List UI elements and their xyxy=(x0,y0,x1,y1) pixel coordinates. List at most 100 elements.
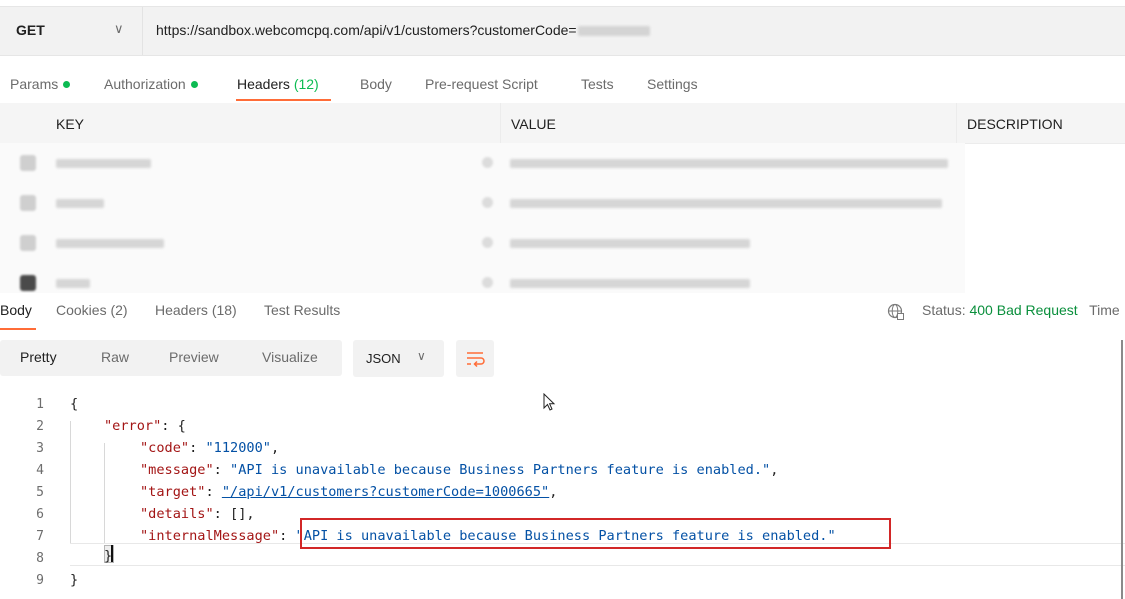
info-icon xyxy=(482,157,493,168)
tab-authorization[interactable]: Authorization xyxy=(104,76,198,92)
annotation-highlight-box xyxy=(300,518,891,549)
code-line[interactable]: "target": "/api/v1/customers?customerCod… xyxy=(140,484,557,500)
table-row[interactable] xyxy=(0,183,965,224)
json-key: "error" xyxy=(104,418,162,434)
line-number: 7 xyxy=(36,529,44,544)
redacted-value xyxy=(510,239,750,248)
redacted-value xyxy=(510,199,942,208)
table-row[interactable] xyxy=(0,223,965,264)
table-row[interactable] xyxy=(0,263,965,294)
line-number: 5 xyxy=(36,485,44,500)
tab-pre-request-script[interactable]: Pre-request Script xyxy=(425,76,538,92)
line-number: 4 xyxy=(36,463,44,478)
response-tab-body[interactable]: Body xyxy=(0,302,32,318)
json-brace: { xyxy=(70,396,79,412)
text-cursor xyxy=(111,545,113,562)
info-icon xyxy=(482,237,493,248)
line-number: 9 xyxy=(36,573,44,588)
status-value: 400 Bad Request xyxy=(969,302,1078,318)
tab-body[interactable]: Body xyxy=(360,76,392,92)
json-key: "code" xyxy=(140,440,190,456)
json-link[interactable]: "/api/v1/customers?customerCode=1000665" xyxy=(222,484,549,500)
response-tab-headers[interactable]: Headers (18) xyxy=(155,302,237,318)
json-array: [] xyxy=(230,506,247,522)
tab-headers[interactable]: Headers (12) xyxy=(237,76,319,92)
line-number: 8 xyxy=(36,551,44,566)
json-brace: { xyxy=(177,418,186,434)
code-line[interactable]: "code": "112000", xyxy=(140,440,279,456)
table-row[interactable] xyxy=(0,143,965,184)
tab-settings[interactable]: Settings xyxy=(647,76,698,92)
chevron-down-icon: ∨ xyxy=(114,21,124,36)
format-label: JSON xyxy=(366,351,401,366)
view-preview-button[interactable]: Preview xyxy=(169,349,219,365)
line-number: 3 xyxy=(36,441,44,456)
row-checkbox[interactable] xyxy=(20,275,36,291)
method-label: GET xyxy=(16,22,45,38)
url-bar: GET ∨ https://sandbox.webcomcpq.com/api/… xyxy=(0,6,1125,56)
tab-label: Cookies xyxy=(56,302,107,318)
code-line[interactable]: } xyxy=(70,572,78,588)
status-dot xyxy=(63,80,71,88)
status-dot xyxy=(190,80,198,88)
tab-label: Headers xyxy=(237,76,290,92)
row-checkbox[interactable] xyxy=(20,235,36,251)
response-status: Status: 400 Bad Request Time xyxy=(922,302,1120,318)
redacted-value xyxy=(510,159,948,168)
view-visualize-button[interactable]: Visualize xyxy=(262,349,318,365)
chevron-down-icon: ∨ xyxy=(417,349,426,363)
json-string: "API is unavailable because Business Par… xyxy=(230,462,771,478)
row-checkbox[interactable] xyxy=(20,195,36,211)
json-string: "112000" xyxy=(205,440,271,456)
redacted-key xyxy=(56,159,151,168)
column-key: KEY xyxy=(56,116,85,132)
redacted-key xyxy=(56,199,104,208)
tab-tests[interactable]: Tests xyxy=(581,76,614,92)
column-value: VALUE xyxy=(511,116,556,132)
line-number: 2 xyxy=(36,419,44,434)
url-input[interactable]: https://sandbox.webcomcpq.com/api/v1/cus… xyxy=(156,22,650,38)
view-pretty-button[interactable]: Pretty xyxy=(20,349,57,365)
indent-guide xyxy=(104,443,105,543)
active-tab-indicator xyxy=(0,328,36,330)
code-line[interactable]: "message": "API is unavailable because B… xyxy=(140,462,778,478)
redacted-key xyxy=(56,279,90,288)
tab-label: Authorization xyxy=(104,76,186,92)
tab-count: (12) xyxy=(293,76,319,92)
response-tab-cookies[interactable]: Cookies (2) xyxy=(56,302,128,318)
window-edge-divider xyxy=(1121,340,1123,599)
json-key: "internalMessage" xyxy=(140,528,280,544)
info-icon xyxy=(482,197,493,208)
redacted-value xyxy=(510,279,750,288)
view-raw-button[interactable]: Raw xyxy=(101,349,129,365)
column-description: DESCRIPTION xyxy=(967,116,1063,132)
method-select[interactable]: GET ∨ xyxy=(0,7,143,55)
code-line[interactable]: "error": { xyxy=(104,418,186,434)
redacted-value xyxy=(577,26,650,37)
row-checkbox[interactable] xyxy=(20,155,36,171)
json-brace: } xyxy=(70,572,79,588)
url-text: https://sandbox.webcomcpq.com/api/v1/cus… xyxy=(156,22,577,38)
redacted-key xyxy=(56,239,164,248)
info-icon xyxy=(482,277,493,288)
time-label: Time xyxy=(1089,302,1120,318)
wrap-lines-icon xyxy=(467,352,485,368)
indent-guide xyxy=(70,421,71,543)
json-key: "details" xyxy=(140,506,214,522)
wrap-lines-button[interactable] xyxy=(456,340,494,377)
tab-count: (18) xyxy=(211,302,237,318)
line-number: 1 xyxy=(36,397,44,412)
line-number: 6 xyxy=(36,507,44,522)
mouse-pointer-icon xyxy=(543,393,556,411)
active-tab-indicator xyxy=(236,99,331,101)
code-line[interactable]: "details": [], xyxy=(140,506,255,522)
tab-label: Headers xyxy=(155,302,208,318)
tab-count: (2) xyxy=(110,302,128,318)
status-label: Status: xyxy=(922,302,966,318)
tab-params[interactable]: Params xyxy=(10,76,71,92)
response-tab-test-results[interactable]: Test Results xyxy=(264,302,340,318)
json-key: "message" xyxy=(140,462,214,478)
json-key: "target" xyxy=(140,484,206,500)
code-line[interactable]: { xyxy=(70,396,78,412)
globe-icon[interactable] xyxy=(887,303,905,321)
